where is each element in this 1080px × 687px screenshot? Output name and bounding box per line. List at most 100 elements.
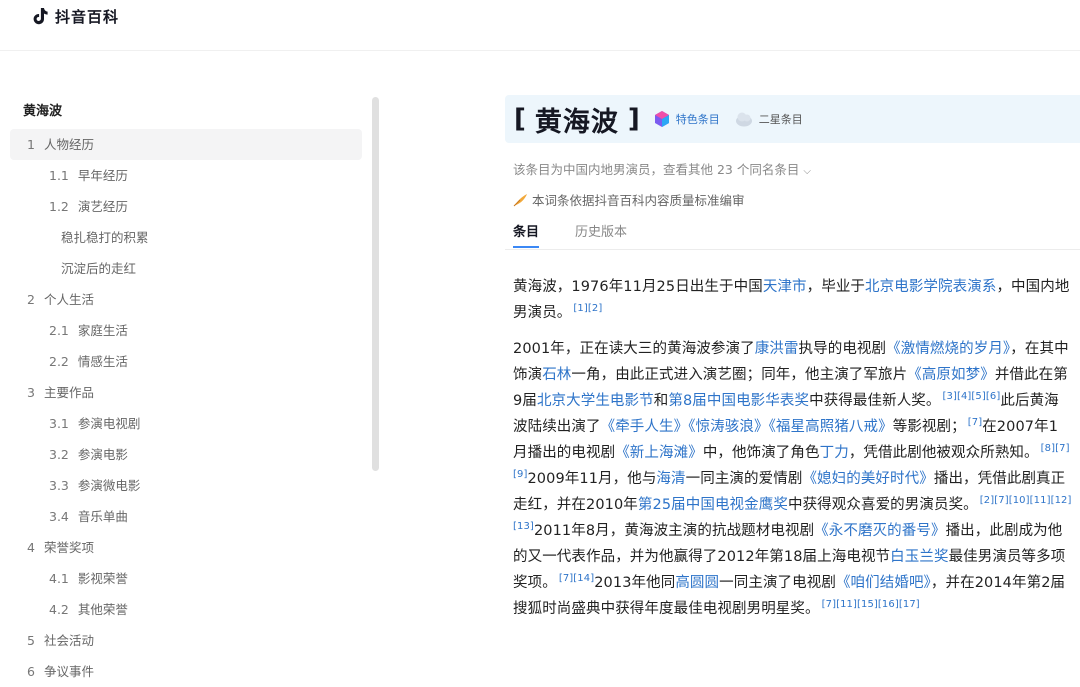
toc-item-label: 荣誉奖项: [43, 540, 94, 555]
wiki-link[interactable]: 《福星高照猪八戒》: [769, 419, 893, 435]
citation-ref[interactable]: [1][2]: [573, 303, 602, 314]
toc-item[interactable]: 4 荣誉奖项: [10, 532, 362, 563]
citation-ref[interactable]: [7][14]: [559, 573, 594, 584]
toc-item-label: 人物经历: [43, 137, 94, 152]
disambiguation-link[interactable]: 该条目为中国内地男演员，查看其他 23 个同名条目 ⌵: [513, 159, 1080, 178]
toc-item[interactable]: 2.2 情感生活: [10, 346, 362, 377]
toc-item[interactable]: 沉淀后的走红: [10, 253, 362, 284]
toc-item-label: 参演电视剧: [77, 416, 141, 431]
citation-ref[interactable]: [3][4][5][6]: [943, 391, 1001, 402]
star-badge-label: 二星条目: [758, 113, 803, 126]
wiki-link[interactable]: 第25届中国电视金鹰奖: [638, 497, 788, 513]
brand-name: 抖音百科: [55, 7, 120, 26]
toc-item-number: 3.3: [49, 478, 69, 493]
toc-item-number: 3.1: [49, 416, 69, 431]
toc-item-number: 6: [27, 664, 35, 679]
star-entry-badge[interactable]: 二星条目: [734, 110, 803, 128]
wiki-link[interactable]: 康洪雷: [755, 341, 799, 357]
toc-item-label: 情感生活: [77, 354, 128, 369]
toc-item[interactable]: 1 人物经历: [10, 129, 362, 160]
top-bar: 抖音百科: [0, 0, 1080, 51]
toc-item[interactable]: 3.1 参演电视剧: [10, 408, 362, 439]
wiki-link[interactable]: 丁力: [820, 445, 849, 461]
toc-item[interactable]: 3.4 音乐单曲: [10, 501, 362, 532]
citation-ref[interactable]: [7]: [968, 417, 982, 428]
wiki-link[interactable]: 海清: [656, 471, 685, 487]
article-body: 黄海波，1976年11月25日出生于中国天津市，毕业于北京电影学院表演系，中国内…: [505, 274, 1080, 622]
article-paragraph: 2001年，正在读大三的黄海波参演了康洪雷执导的电视剧《激情燃烧的岁月》，在其中…: [513, 336, 1072, 622]
wiki-link[interactable]: 北京大学生电影节: [537, 393, 654, 409]
wiki-link[interactable]: 天津市: [763, 279, 807, 295]
citation-ref[interactable]: [7][11][15][16][17]: [822, 599, 920, 610]
toc-scrollbar[interactable]: [372, 97, 379, 471]
article-text: 等影视剧；: [892, 419, 966, 435]
entry-title-bar: [ 黄海波 ] 特色条目 二星条目: [505, 95, 1080, 143]
article-text: 中获得最佳新人奖。: [809, 393, 941, 409]
toc-item[interactable]: 6 争议事件: [10, 656, 362, 687]
toc-item[interactable]: 3 主要作品: [10, 377, 362, 408]
wiki-link[interactable]: 《永不磨灭的番号》: [814, 523, 945, 539]
toc-item-number: 3.4: [49, 509, 69, 524]
toc-item-label: 影视荣誉: [77, 571, 128, 586]
entry-tabs: 条目 历史版本: [505, 221, 1080, 250]
toc-item-number: 1.2: [49, 199, 69, 214]
toc-item[interactable]: 1.2 演艺经历: [10, 191, 362, 222]
toc-item-number: 1: [27, 137, 35, 152]
featured-cube-icon: [654, 111, 669, 127]
feather-pen-icon: [513, 193, 527, 206]
article-text: 黄海波，1976年11月25日出生于中国: [513, 279, 763, 295]
toc-item[interactable]: 3.3 参演微电影: [10, 470, 362, 501]
wiki-link[interactable]: 《激情燃烧的岁月》: [886, 341, 1010, 357]
toc-list: 1 人物经历 1.1 早年经历 1.2 演艺经历 稳扎稳打的积累 沉淀后的走红 2 个人生活 2.1…: [10, 129, 362, 687]
toc-item-number: 2.1: [49, 323, 69, 338]
toc-item[interactable]: 稳扎稳打的积累: [10, 222, 362, 253]
tab-history[interactable]: 历史版本: [575, 221, 627, 240]
article-text: 一角，由此正式进入演艺圈；同年，他主演了军旅片: [571, 367, 908, 383]
toc-item[interactable]: 2 个人生活: [10, 284, 362, 315]
toc-item-label: 沉淀后的走红: [61, 261, 137, 276]
toc-title[interactable]: 黄海波: [10, 95, 362, 129]
article-paragraph: 黄海波，1976年11月25日出生于中国天津市，毕业于北京电影学院表演系，中国内…: [513, 274, 1072, 326]
article-text: 2013年他同: [594, 575, 676, 591]
toc-item-label: 主要作品: [43, 385, 94, 400]
brand-logo[interactable]: 抖音百科: [30, 6, 119, 26]
entry-content: [ 黄海波 ] 特色条目 二星条目 该条目为中国内地男演员，查看其他 23 个同…: [505, 95, 1080, 632]
toc-item[interactable]: 4.2 其他荣誉: [10, 594, 362, 625]
wiki-link[interactable]: 北京电影学院表演系: [865, 279, 996, 295]
cloud-star-icon: [735, 112, 752, 127]
toc-item[interactable]: 2.1 家庭生活: [10, 315, 362, 346]
featured-entry-badge[interactable]: 特色条目: [653, 110, 720, 128]
toc-item-number: 1.1: [49, 168, 69, 183]
toc-item-number: 4.1: [49, 571, 69, 586]
disambiguation-text: 该条目为中国内地男演员，查看其他 23 个同名条目: [513, 162, 800, 177]
toc-item-number: 2.2: [49, 354, 69, 369]
table-of-contents: 黄海波 1 人物经历 1.1 早年经历 1.2 演艺经历稳扎稳打的积累 沉淀后的走红 2 个人生…: [10, 95, 362, 687]
article-text: 一同主演的爱情剧: [685, 471, 803, 487]
wiki-link[interactable]: 石林: [542, 367, 571, 383]
article-text: 2011年8月，黄海波主演的抗战题材电视剧: [533, 523, 815, 539]
wiki-link[interactable]: 白玉兰奖: [890, 549, 948, 565]
wiki-link[interactable]: 《新上海滩》: [615, 445, 703, 461]
toc-item-label: 参演微电影: [77, 478, 141, 493]
toc-item[interactable]: 4.1 影视荣誉: [10, 563, 362, 594]
wiki-link[interactable]: 《咱们结婚吧》: [836, 575, 931, 591]
toc-item-number: 2: [27, 292, 35, 307]
article-text: 执导的电视剧: [798, 341, 887, 357]
wiki-link[interactable]: 高圆圆: [675, 575, 719, 591]
article-text: 2009年11月，他与: [527, 471, 657, 487]
article-text: 和: [653, 393, 669, 409]
active-tab-indicator: [513, 246, 539, 248]
wiki-link[interactable]: 《惊涛骇浪》: [688, 419, 768, 435]
toc-item-number: 5: [27, 633, 35, 648]
toc-item-number: 4.2: [49, 602, 69, 617]
wiki-link[interactable]: 《媳妇的美好时代》: [802, 471, 933, 487]
tab-entry[interactable]: 条目: [513, 221, 539, 240]
wiki-link[interactable]: 《牵手人生》: [601, 419, 689, 435]
toc-item[interactable]: 3.2 参演电影: [10, 439, 362, 470]
toc-item[interactable]: 1.1 早年经历: [10, 160, 362, 191]
wiki-link[interactable]: 《高原如梦》: [907, 367, 995, 383]
wiki-link[interactable]: 第8届中国电影华表奖: [668, 393, 809, 409]
toc-item-label: 稳扎稳打的积累: [61, 230, 149, 245]
toc-item[interactable]: 5 社会活动: [10, 625, 362, 656]
article-text: 中，他饰演了角色: [702, 445, 820, 461]
